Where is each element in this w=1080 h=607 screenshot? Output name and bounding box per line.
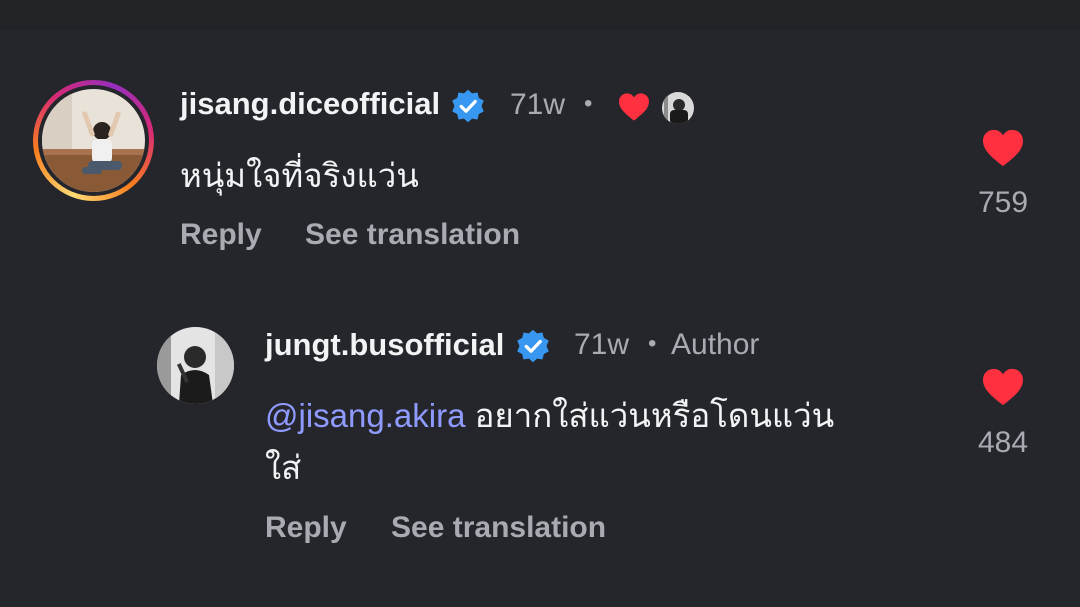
author-avatar-mini-icon [662,92,694,124]
comment-text-line1: อยากใส่แว่นหรือโดนแว่น [465,397,835,434]
comment-text: หนุ่มใจที่จริงแว่น [180,157,419,194]
author-label: Author [671,328,760,361]
separator-dot: • [648,330,657,357]
heart-icon[interactable] [981,367,1025,407]
comment-username[interactable]: jungt.busofficial [265,327,504,363]
like-count: 484 [977,426,1029,459]
see-translation-button[interactable]: See translation [391,511,606,545]
top-band [0,0,1080,30]
comment-text: @jisang.akira อยากใส่แว่นหรือโดนแว่น ใส่ [265,390,925,494]
like-count: 759 [977,186,1029,219]
mention-link[interactable]: @jisang.akira [265,397,465,434]
comments-screen: jisang.diceofficial 71w • หนุ่มใจที่จริง… [0,0,1080,607]
comment-username[interactable]: jisang.diceofficial [180,86,440,122]
reply-button[interactable]: Reply [265,511,347,545]
verified-badge-icon [517,329,549,363]
separator-dot: • [584,90,593,117]
reply-button[interactable]: Reply [180,218,262,252]
heart-icon[interactable] [981,128,1025,168]
comment-text-line2: ใส่ [265,449,302,486]
comment-time: 71w [510,88,566,121]
avatar [42,89,145,192]
liked-by-author-heart-icon [619,93,649,121]
avatar-story-ring[interactable] [33,80,154,201]
verified-badge-icon [452,89,484,123]
avatar[interactable] [157,327,234,404]
see-translation-button[interactable]: See translation [305,218,520,252]
comment-time: 71w [574,328,630,361]
